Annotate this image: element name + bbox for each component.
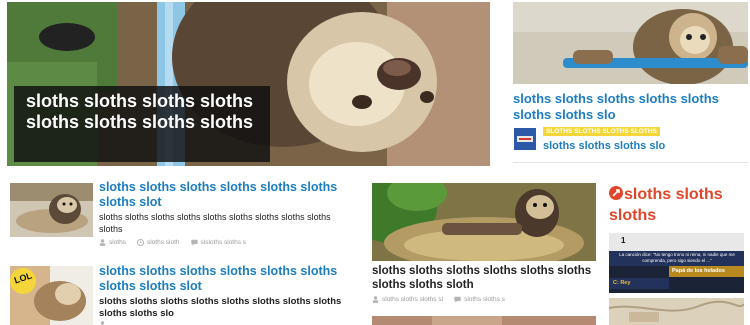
middle-card-title[interactable]: sloths sloths sloths sloths sloths sloth…	[372, 264, 600, 292]
list-item-meta	[99, 319, 109, 325]
clock-icon	[136, 239, 144, 246]
quiz-number: 1	[621, 236, 626, 245]
next-card-image[interactable]	[372, 316, 596, 325]
section-heading-text[interactable]: sloths sloths sloths	[609, 186, 723, 224]
sub-title-link[interactable]: sloths sloths sloths slo	[543, 140, 665, 153]
author-icon	[99, 239, 106, 246]
featured-image[interactable]	[513, 2, 748, 84]
hero-caption[interactable]: sloths sloths sloths sloths sloths sloth…	[14, 86, 270, 162]
quiz-answer-c: C: Rey	[613, 280, 631, 286]
list-item-description: sloths sloths sloths sloths sloths sloth…	[99, 296, 342, 319]
author-name[interactable]: sloths	[109, 237, 126, 248]
list-item-title-link[interactable]: sloths sloths sloths sloths sloths sloth…	[99, 264, 339, 294]
lol-section-icon	[609, 186, 623, 200]
sub-thumbnail[interactable]	[514, 128, 536, 150]
list-item-thumbnail[interactable]: LOL	[10, 266, 93, 325]
author-icon	[99, 321, 106, 325]
comment-icon	[190, 239, 198, 246]
category-badge[interactable]: SLOTHS SLOTHS SLOTHS SLOTHS	[543, 127, 660, 136]
author-name[interactable]: sloths sloths sloths sl	[382, 294, 443, 305]
section-heading[interactable]: sloths sloths sloths	[609, 184, 749, 226]
comment-count[interactable]: sloths sloths s	[464, 294, 505, 305]
hero-image[interactable]: sloths sloths sloths sloths sloths sloth…	[7, 2, 490, 166]
quiz-image[interactable]: 1 La canción dice: "No tengo trono ni re…	[609, 233, 744, 293]
author-icon	[372, 296, 379, 303]
comment-icon	[454, 296, 461, 303]
middle-card-meta: sloths sloths sloths sl sloths sloths s	[372, 294, 505, 305]
post-time: sloths sloth	[146, 239, 180, 246]
quiz-answer-d: Papá de los helados	[672, 268, 725, 274]
list-item-description: sloths sloths sloths sloths sloths sloth…	[99, 212, 331, 234]
list-item-meta: sloths sloths sloth slsloths sloths s	[99, 237, 246, 248]
list-item-title-link[interactable]: sloths sloths sloths sloths sloths sloth…	[99, 180, 339, 210]
divider	[513, 162, 748, 163]
quiz-question: La canción dice: "No tengo trono ni rein…	[619, 252, 735, 263]
middle-card-image[interactable]	[372, 183, 596, 261]
map-image[interactable]	[609, 298, 744, 325]
list-item-thumbnail[interactable]	[10, 183, 93, 237]
featured-title-link[interactable]: sloths sloths sloths sloths sloths sloth…	[513, 91, 748, 122]
comment-count[interactable]: slsloths sloths s	[201, 237, 247, 248]
